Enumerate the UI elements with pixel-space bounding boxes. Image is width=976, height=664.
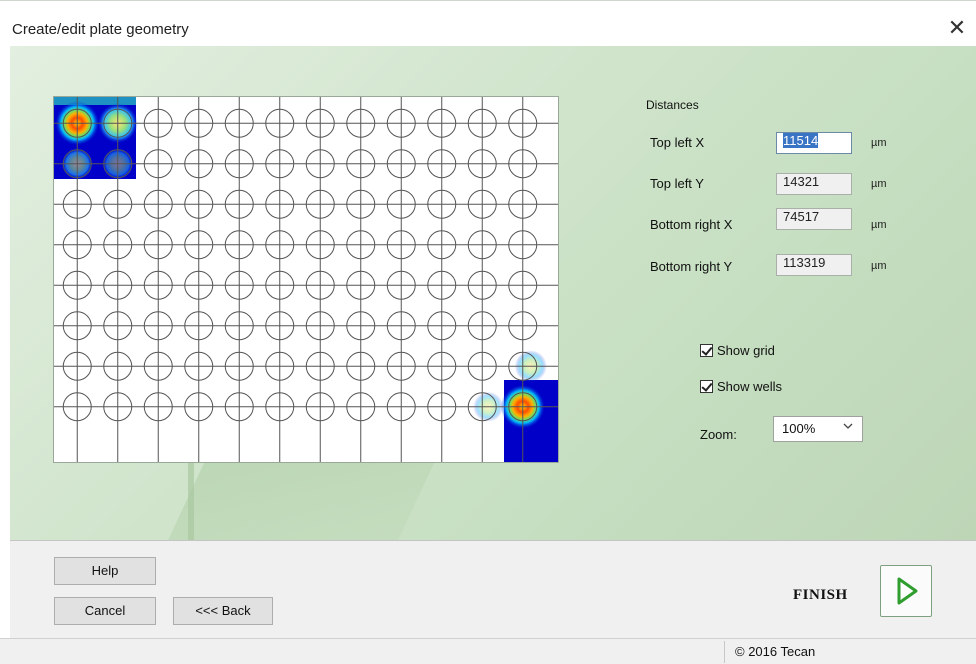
bottom-right-y-input[interactable]: 113319 <box>776 254 852 276</box>
finish-button[interactable] <box>880 565 932 617</box>
unit-label: µm <box>871 137 887 149</box>
background-decoration-line <box>188 456 194 540</box>
button-bar: Help Cancel <<< Back FINISH <box>10 540 976 639</box>
top-left-y-input[interactable]: 14321 <box>776 173 852 195</box>
bottom-right-y-label: Bottom right Y <box>650 259 733 274</box>
checkmark-icon <box>700 344 713 357</box>
plate-canvas[interactable] <box>54 97 558 462</box>
help-button[interactable]: Help <box>54 557 156 585</box>
back-button[interactable]: <<< Back <box>173 597 273 625</box>
cancel-button[interactable]: Cancel <box>54 597 156 625</box>
zoom-dropdown[interactable]: 100% <box>773 416 863 442</box>
play-arrow-icon <box>897 577 918 605</box>
heatmap-edge <box>54 97 136 105</box>
status-bar: © 2016 Tecan <box>0 638 976 664</box>
unit-label: µm <box>871 260 887 272</box>
show-grid-checkbox[interactable]: Show grid <box>700 343 775 358</box>
distances-heading: Distances <box>646 98 699 112</box>
show-wells-checkbox[interactable]: Show wells <box>700 379 782 394</box>
zoom-label: Zoom: <box>700 427 737 442</box>
show-wells-label: Show wells <box>717 379 783 394</box>
dialog-window: Create/edit plate geometry ✕ Distances T… <box>0 0 976 664</box>
unit-label: µm <box>871 219 887 231</box>
unit-label: µm <box>871 178 887 190</box>
bottom-right-x-label: Bottom right X <box>650 217 733 232</box>
top-left-y-value: 14321 <box>783 174 820 189</box>
plate-view[interactable] <box>53 96 559 463</box>
copyright-text: © 2016 Tecan <box>735 644 816 659</box>
chevron-down-icon <box>842 420 854 435</box>
top-left-x-label: Top left X <box>650 135 705 150</box>
finish-label: FINISH <box>793 587 848 603</box>
status-separator <box>724 641 725 663</box>
zoom-value: 100% <box>782 421 816 436</box>
checkmark-icon <box>700 380 713 393</box>
top-left-x-input[interactable]: 11514 <box>776 132 852 154</box>
title-bar: Create/edit plate geometry ✕ <box>0 0 976 47</box>
show-grid-label: Show grid <box>717 343 775 358</box>
close-icon[interactable]: ✕ <box>942 13 972 43</box>
window-title: Create/edit plate geometry <box>12 21 189 38</box>
main-panel: Distances Top left X 11514 µm Top left Y… <box>10 46 976 540</box>
top-left-y-label: Top left Y <box>650 176 704 191</box>
bottom-right-y-value: 113319 <box>783 255 826 270</box>
bottom-right-x-input[interactable]: 74517 <box>776 208 852 230</box>
top-left-x-value: 11514 <box>783 133 819 148</box>
bottom-right-x-value: 74517 <box>783 209 820 224</box>
